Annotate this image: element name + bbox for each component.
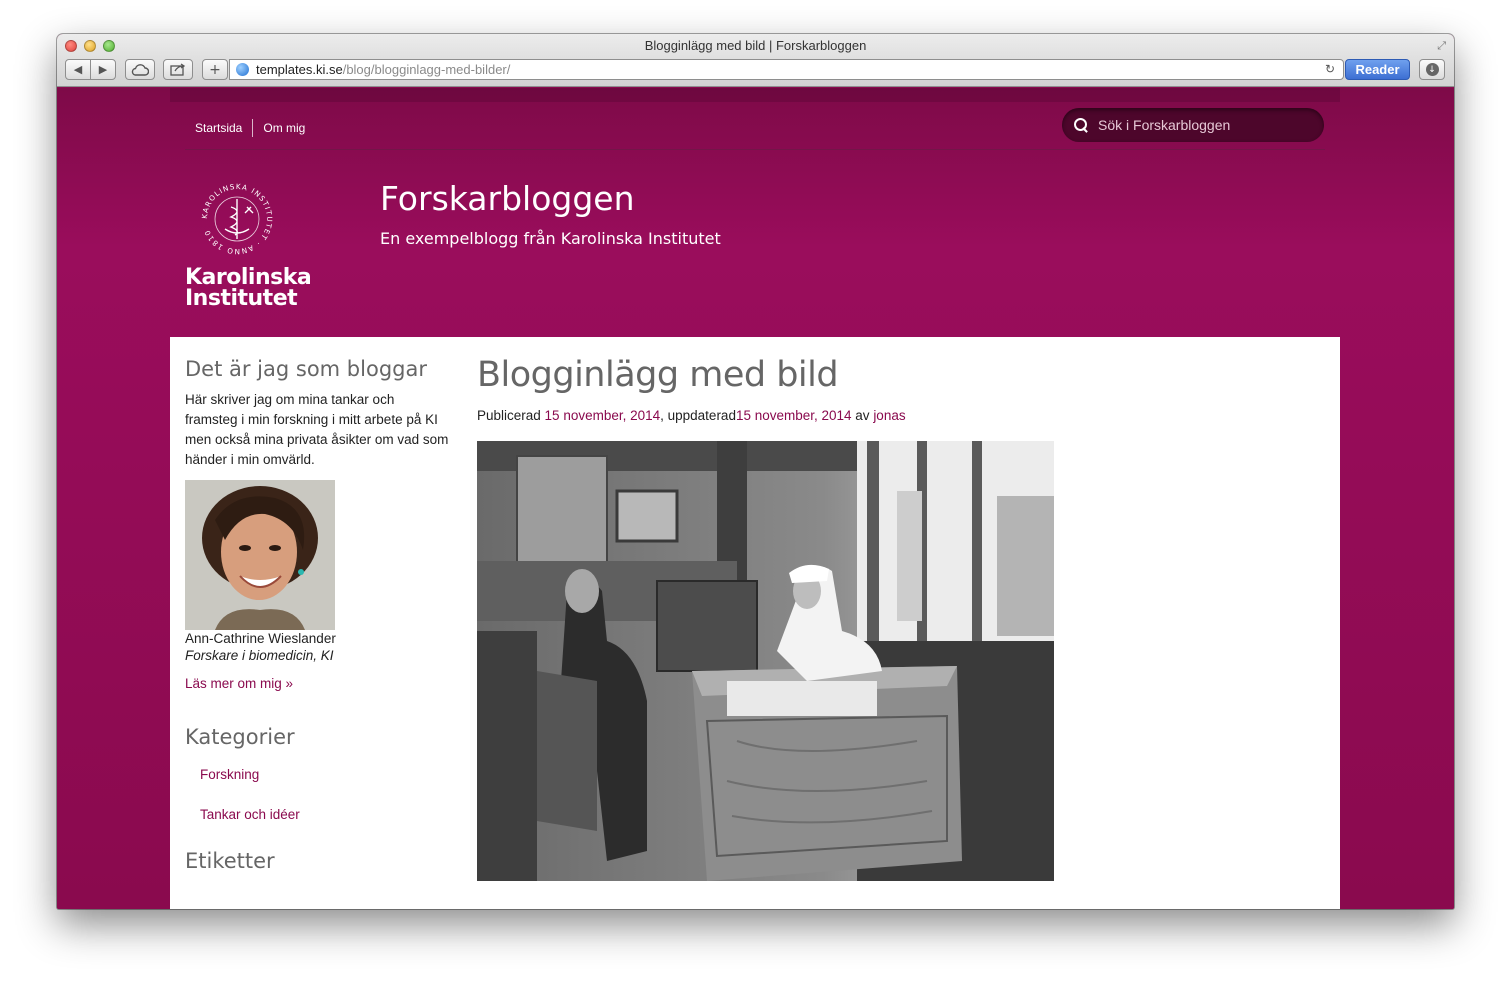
ki-logo[interactable]: KAROLINSKA INSTITUTET · ANNO 1810 Karoli… xyxy=(185,177,312,311)
logo-line-2: Institutet xyxy=(185,286,298,311)
sidebar: Det är jag som bloggar Här skriver jag o… xyxy=(185,357,455,873)
top-strip xyxy=(170,88,1340,102)
site-subtitle: En exempelblogg från Karolinska Institut… xyxy=(380,229,721,248)
url-path: /blog/blogginlagg-med-bilder/ xyxy=(342,62,511,77)
browser-window: Blogginlägg med bild | Forskarbloggen ⤢ … xyxy=(57,34,1454,909)
address-bar[interactable]: templates.ki.se/blog/blogginlagg-med-bil… xyxy=(229,59,1344,80)
published-label: Publicerad xyxy=(477,408,545,423)
header-divider xyxy=(185,149,1325,150)
logo-line-1: Karolinska xyxy=(185,265,312,290)
about-heading: Det är jag som bloggar xyxy=(185,357,427,381)
tags-heading: Etiketter xyxy=(185,849,275,873)
share-button[interactable] xyxy=(163,59,193,80)
window-title: Blogginlägg med bild | Forskarbloggen xyxy=(644,38,867,53)
author-label: av xyxy=(851,408,874,423)
forward-button[interactable]: ▶ xyxy=(90,59,116,80)
logo-wordmark: Karolinska Institutet xyxy=(185,265,312,311)
author-name: Ann-Cathrine Wieslander xyxy=(185,631,336,646)
icloud-tabs-button[interactable] xyxy=(125,59,155,80)
web-page: Startsida Om mig KAROLINSKA INSTITUTET ·… xyxy=(57,88,1454,909)
updated-label: , uppdaterad xyxy=(660,408,736,423)
categories-heading: Kategorier xyxy=(185,725,295,749)
category-link-tankar[interactable]: Tankar och idéer xyxy=(200,807,455,847)
back-button[interactable]: ◀ xyxy=(65,59,91,80)
read-more-link[interactable]: Läs mer om mig » xyxy=(185,676,455,691)
category-link-forskning[interactable]: Forskning xyxy=(200,767,455,807)
post-title: Blogginlägg med bild xyxy=(477,355,839,395)
back-arrow-icon: ◀ xyxy=(73,63,83,76)
url-host: templates.ki.se xyxy=(256,62,343,77)
published-date-link[interactable]: 15 november, 2014 xyxy=(545,408,661,423)
downloads-button[interactable]: ↓ xyxy=(1419,59,1445,80)
reader-button[interactable]: Reader xyxy=(1345,59,1410,80)
plus-icon: + xyxy=(209,61,221,78)
forward-arrow-icon: ▶ xyxy=(98,63,108,76)
new-tab-button[interactable]: + xyxy=(202,59,228,80)
nav-startsida-link[interactable]: Startsida xyxy=(195,121,242,135)
category-list: Forskning Tankar och idéer xyxy=(200,767,455,847)
share-icon xyxy=(170,63,186,76)
content-area: Det är jag som bloggar Här skriver jag o… xyxy=(170,337,1340,909)
nav-om-mig-link[interactable]: Om mig xyxy=(263,121,305,135)
nav-separator xyxy=(252,119,254,137)
post-author-link[interactable]: jonas xyxy=(873,408,905,423)
ki-seal-icon: KAROLINSKA INSTITUTET · ANNO 1810 xyxy=(195,177,279,261)
about-text: Här skriver jag om mina tankar och frams… xyxy=(185,392,449,467)
author-portrait xyxy=(185,480,335,630)
search-input[interactable] xyxy=(1098,117,1298,133)
post-meta: Publicerad 15 november, 2014, uppdaterad… xyxy=(477,408,1327,423)
author-role: Forskare i biomedicin, KI xyxy=(185,648,334,663)
post: Blogginlägg med bild Publicerad 15 novem… xyxy=(477,355,1327,881)
search-box[interactable] xyxy=(1062,108,1324,142)
top-navigation: Startsida Om mig xyxy=(195,119,305,137)
post-image xyxy=(477,441,1054,881)
cloud-icon xyxy=(131,63,149,76)
reload-icon[interactable]: ↻ xyxy=(1325,62,1335,76)
search-icon[interactable] xyxy=(1074,118,1088,132)
browser-titlebar: Blogginlägg med bild | Forskarbloggen ⤢ … xyxy=(57,34,1454,87)
updated-date-link[interactable]: 15 november, 2014 xyxy=(736,408,852,423)
site-title[interactable]: Forskarbloggen xyxy=(380,179,635,218)
fullscreen-icon[interactable]: ⤢ xyxy=(1437,39,1446,53)
globe-icon xyxy=(236,63,249,76)
download-icon: ↓ xyxy=(1425,63,1439,76)
